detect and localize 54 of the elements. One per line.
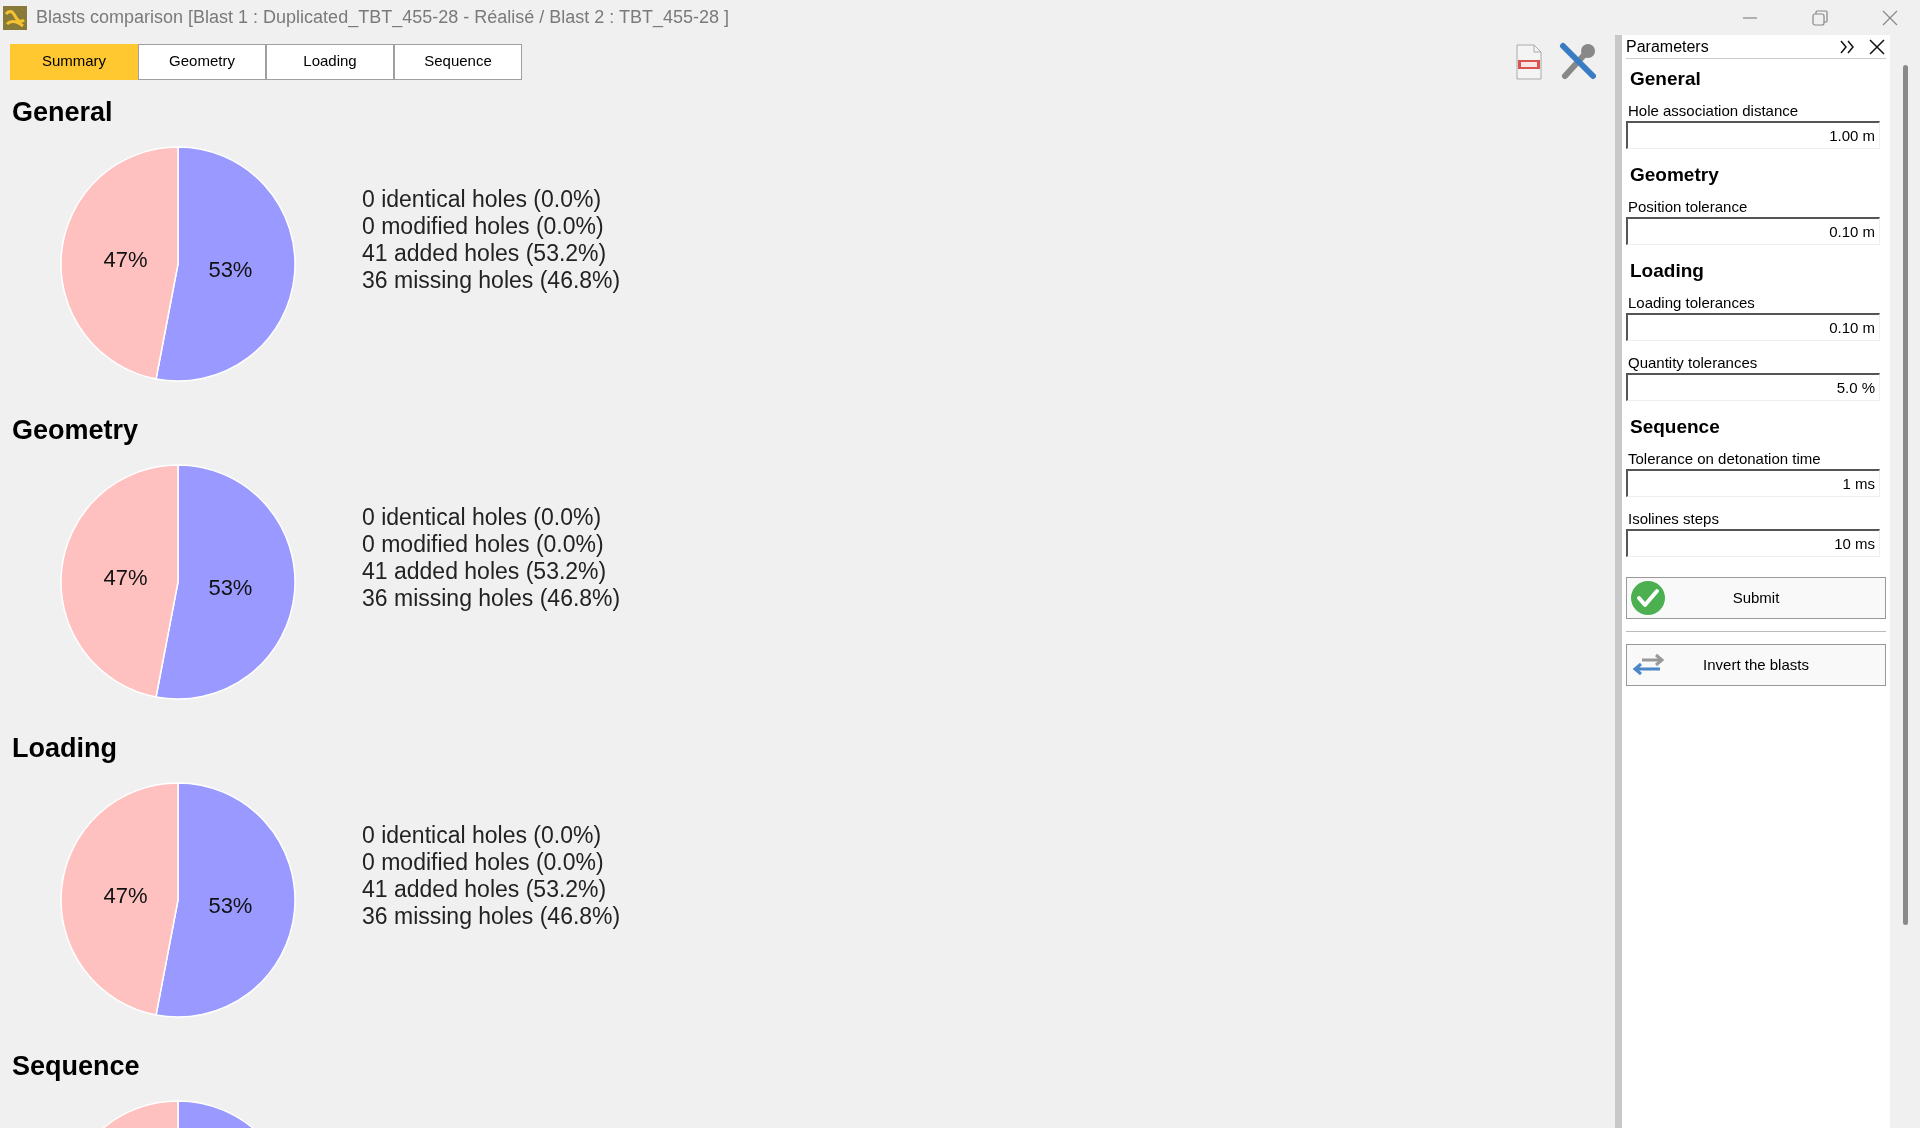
window-title: Blasts comparison [Blast 1 : Duplicated_TBT_455-28 - Réalisé / Blast 2 : TBT_455-28 ]: [36, 6, 729, 30]
input-field[interactable]: 10 ms: [1626, 529, 1880, 557]
slice-label: 47%: [103, 883, 148, 909]
tab[interactable]: Loading: [266, 43, 394, 80]
input-field[interactable]: 0.10 m: [1626, 313, 1880, 341]
slice-label: 47%: [103, 565, 148, 591]
stat-line: 0 modified holes (0.0%): [362, 213, 605, 240]
stat-line: 41 added holes (53.2%): [362, 558, 608, 585]
stat-line: 0 modified holes (0.0%): [362, 849, 605, 876]
group-heading: Sequence: [1630, 414, 1720, 439]
pdf-icon[interactable]: [1515, 43, 1543, 80]
stat-line: 0 identical holes (0.0%): [362, 822, 603, 849]
stat-line: 0 modified holes (0.0%): [362, 531, 605, 558]
swap-arrows-icon: [1630, 653, 1666, 677]
submit-button[interactable]: Submit: [1626, 577, 1886, 619]
tab[interactable]: Geometry: [138, 43, 266, 80]
field-label: Position tolerance: [1627, 197, 1749, 217]
stat-line: 41 added holes (53.2%): [362, 876, 608, 903]
input-field[interactable]: 1 ms: [1626, 469, 1880, 497]
slice-label: 47%: [103, 247, 148, 273]
stat-line: 0 identical holes (0.0%): [362, 186, 603, 213]
field-label: Quantity tolerances: [1627, 353, 1759, 373]
section-heading: General: [12, 95, 113, 129]
slice-label: 53%: [208, 892, 253, 918]
slice-label: 53%: [208, 574, 253, 600]
stat-line: 0 identical holes (0.0%): [362, 504, 603, 531]
section-heading: Geometry: [12, 413, 139, 447]
stat-line: 36 missing holes (46.8%): [362, 267, 621, 294]
field-label: Loading tolerances: [1627, 293, 1756, 313]
scrollbar[interactable]: [1902, 65, 1908, 925]
invert-button[interactable]: Invert the blasts: [1626, 644, 1886, 686]
input-field[interactable]: 1.00 m: [1626, 121, 1880, 149]
close-icon[interactable]: [1868, 37, 1886, 56]
restore-icon[interactable]: [1810, 7, 1830, 28]
group-heading: Loading: [1630, 258, 1704, 283]
tab[interactable]: Sequence: [394, 43, 522, 80]
field-label: Isolines steps: [1627, 509, 1720, 529]
section-heading: Sequence: [12, 1049, 140, 1083]
group-heading: Geometry: [1630, 162, 1719, 187]
stat-line: 36 missing holes (46.8%): [362, 585, 621, 612]
field-label: Tolerance on detonation time: [1627, 449, 1822, 469]
panel-title: Parameters: [1626, 36, 1709, 57]
section-heading: Loading: [12, 731, 117, 765]
stat-line: 41 added holes (53.2%): [362, 240, 608, 267]
input-field[interactable]: 0.10 m: [1626, 217, 1880, 245]
slice-label: 53%: [208, 256, 253, 282]
tab[interactable]: Summary: [10, 43, 138, 80]
stat-line: 36 missing holes (46.8%): [362, 903, 621, 930]
field-label: Hole association distance: [1627, 101, 1800, 121]
check-icon: [1630, 580, 1666, 616]
tools-icon[interactable]: [1559, 41, 1599, 82]
input-field[interactable]: 5.0 %: [1626, 373, 1880, 401]
group-heading: General: [1630, 66, 1701, 91]
app-logo-icon: [3, 5, 27, 30]
